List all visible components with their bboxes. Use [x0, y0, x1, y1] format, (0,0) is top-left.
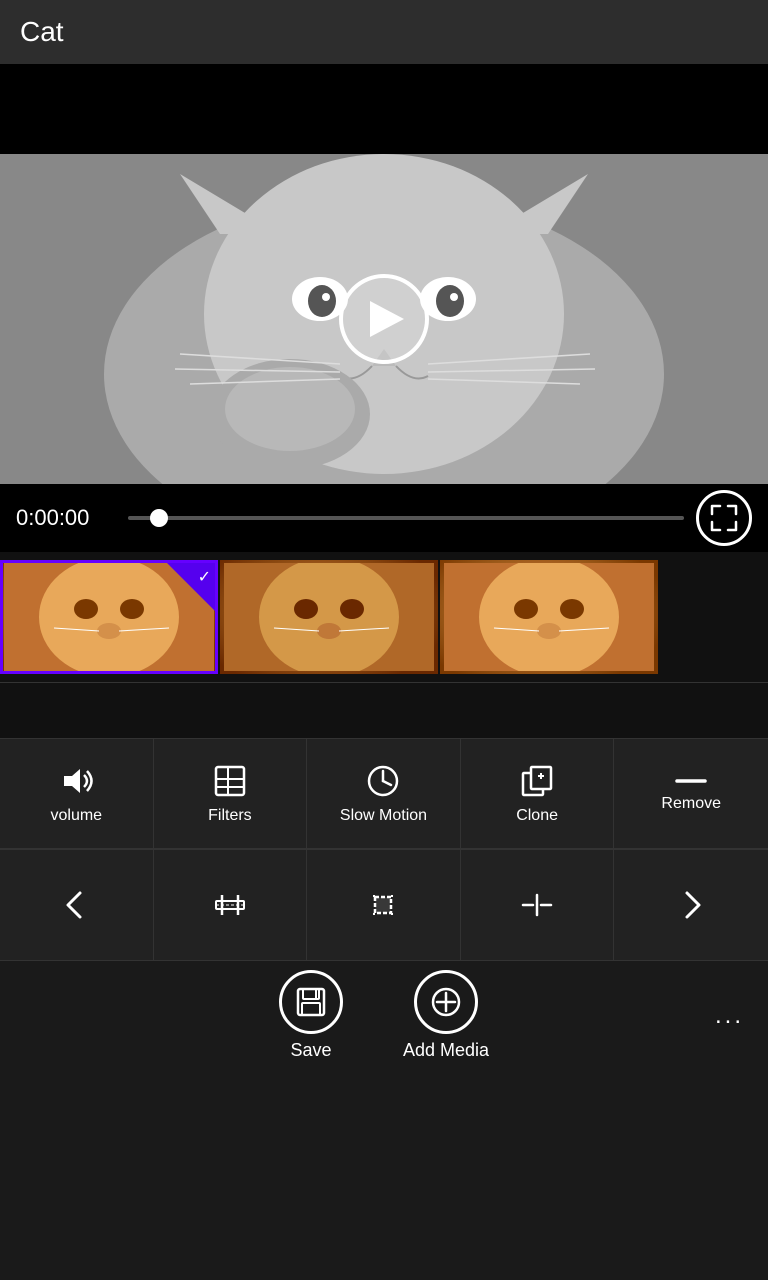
tool-grid-row2 [0, 849, 768, 960]
add-media-button[interactable]: Add Media [403, 970, 489, 1061]
tool-volume-label: volume [51, 807, 103, 825]
tool-forward[interactable] [614, 850, 768, 960]
save-button[interactable]: Save [279, 970, 343, 1061]
tool-crop[interactable] [307, 850, 461, 960]
save-button-circle [279, 970, 343, 1034]
more-button[interactable]: ... [715, 1002, 744, 1030]
timeline-bar: 0:00:00 [0, 484, 768, 552]
progress-track[interactable] [128, 516, 684, 520]
tool-volume[interactable]: volume [0, 739, 154, 849]
fullscreen-button[interactable] [696, 490, 752, 546]
thumb-image-3 [440, 560, 658, 674]
thumb-image-1 [3, 563, 215, 671]
crop-icon [365, 887, 401, 923]
save-icon [294, 985, 328, 1019]
thumb-image-2 [220, 560, 438, 674]
forward-icon [673, 887, 709, 923]
save-label: Save [290, 1040, 331, 1061]
title-bar: Cat [0, 0, 768, 64]
clone-icon [519, 763, 555, 799]
add-media-icon [429, 985, 463, 1019]
add-media-label: Add Media [403, 1040, 489, 1061]
split-icon [519, 887, 555, 923]
video-player [0, 154, 768, 484]
remove-icon [673, 775, 709, 787]
tool-split[interactable] [461, 850, 615, 960]
thumb-cat-svg-3 [444, 563, 654, 671]
tool-trim[interactable] [154, 850, 308, 960]
tool-clone[interactable]: Clone [461, 739, 615, 849]
trim-icon [212, 887, 248, 923]
tool-filters[interactable]: Filters [154, 739, 308, 849]
back-icon [58, 887, 94, 923]
track-bar [0, 682, 768, 738]
tool-slow-motion-label: Slow Motion [340, 807, 427, 825]
bottom-bar: Save Add Media ... [0, 960, 768, 1070]
thumbnail-3[interactable] [440, 560, 658, 674]
thumbnail-1[interactable] [0, 560, 218, 674]
more-icon: ... [715, 1002, 744, 1029]
filters-icon [212, 763, 248, 799]
tool-remove[interactable]: Remove [614, 739, 768, 849]
tool-filters-label: Filters [208, 807, 252, 825]
tool-slow-motion[interactable]: Slow Motion [307, 739, 461, 849]
tool-back[interactable] [0, 850, 154, 960]
add-media-circle [414, 970, 478, 1034]
thumb-cat-svg-1 [4, 563, 214, 671]
tool-clone-label: Clone [516, 807, 558, 825]
time-display: 0:00:00 [16, 505, 116, 531]
thumbnail-2[interactable] [220, 560, 438, 674]
top-spacer [0, 64, 768, 154]
play-button[interactable] [339, 274, 429, 364]
volume-icon [58, 763, 94, 799]
filmstrip [0, 552, 768, 682]
tool-grid-row1: volume Filters Slow Motion Clone [0, 738, 768, 849]
thumb-cat-svg-2 [224, 563, 434, 671]
video-thumbnail [0, 154, 768, 484]
progress-thumb[interactable] [150, 509, 168, 527]
tool-remove-label: Remove [661, 795, 721, 813]
slow-motion-icon [365, 763, 401, 799]
page-title: Cat [20, 16, 64, 48]
fullscreen-icon [710, 504, 738, 532]
